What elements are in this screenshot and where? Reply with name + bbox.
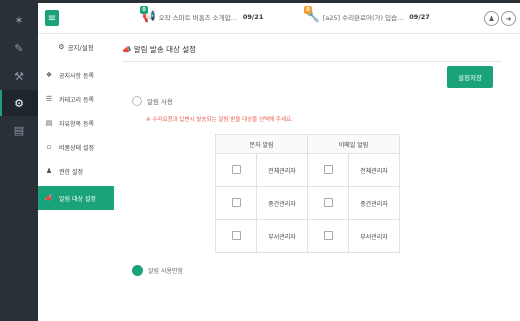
notice-1[interactable]: 📢 0 오작 스마트 버홈즈 소개합... 09/21 xyxy=(140,6,264,23)
info-icon: ❖ xyxy=(45,71,53,79)
radio-disable[interactable] xyxy=(132,265,143,276)
table-row: 중간관리자 중간관리자 xyxy=(215,186,400,220)
person-icon: ♟ xyxy=(45,167,53,175)
radio-disable-row[interactable]: 알림 사용안함 xyxy=(132,265,183,276)
sms-dept-label: 부서관리자 xyxy=(256,219,308,253)
radio-enable-label: 알림 사용 xyxy=(147,98,173,106)
box-icon: ▫ xyxy=(46,143,52,151)
sidebar-item-notification-target[interactable]: 📣 알림 대상 설정 xyxy=(38,186,114,210)
notice-2-date: 09/27 xyxy=(409,12,430,21)
warning-text: ※ 수리요청과 답변시 발송되는 알림 받을 대상을 선택해 주세요. xyxy=(146,117,293,123)
save-settings-button[interactable]: 설정저장 xyxy=(447,66,493,88)
notification-target-table: 문자 알림 이메일 알림 전체관리자 전체관리자 중간관리자 중간관리자 부서관… xyxy=(215,134,400,253)
sidebar-item-category[interactable]: ☰ 카테고리 등록 xyxy=(38,88,114,110)
settings-sidebar: ⚙ 공지/설정 ❖ 공지사항 등록 ☰ 카테고리 등록 ▤ 자유항목 등록 ▫ 비품상태… xyxy=(38,34,115,321)
sidebar-item-equipment-status[interactable]: ▫ 비품상태 설정 xyxy=(38,136,114,158)
notice-2-text: [a25] 수리완료어(가) 입습... xyxy=(322,13,404,22)
table-row: 부서관리자 부서관리자 xyxy=(215,219,400,253)
email-all-checkbox[interactable] xyxy=(323,164,333,174)
radio-disable-label: 알림 사용안함 xyxy=(148,268,184,275)
email-middle-checkbox[interactable] xyxy=(323,197,333,207)
table-row: 전체관리자 전체관리자 xyxy=(215,153,400,187)
radio-enable-row[interactable]: 알림 사용 xyxy=(132,96,173,106)
logout-icon[interactable]: ➜ xyxy=(501,11,516,26)
notice-2-badge: 0 xyxy=(304,6,312,14)
megaphone-title-icon: 📣 xyxy=(122,45,132,54)
main-content: 📣 알림 발송 대상 설정 설정저장 알림 사용 ※ 수리요청과 답변시 발송되… xyxy=(114,34,520,321)
radio-enable[interactable] xyxy=(132,96,142,106)
header: ≡ 📢 0 오작 스마트 버홈즈 소개합... 09/21 🔧 0 [a25] 수리… xyxy=(38,3,520,34)
sms-all-label: 전체관리자 xyxy=(256,153,308,187)
email-all-label: 전체관리자 xyxy=(348,153,400,187)
notice-1-text: 오작 스마트 버홈즈 소개합... xyxy=(158,13,237,22)
sms-middle-label: 중간관리자 xyxy=(256,186,308,220)
document-nav-icon[interactable]: ▤ xyxy=(0,117,38,143)
settings-nav-icon[interactable]: ⚙ xyxy=(0,90,38,116)
page-title: 📣 알림 발송 대상 설정 xyxy=(122,45,197,54)
sidebar-title: ⚙ 공지/설정 xyxy=(58,43,94,52)
user-icon[interactable]: ♟ xyxy=(484,11,499,26)
sidebar-item-permission[interactable]: ♟ 권한 설정 xyxy=(38,160,114,182)
list-icon: ☰ xyxy=(45,95,53,103)
sms-middle-checkbox[interactable] xyxy=(231,197,241,207)
logo-icon[interactable]: ✶ xyxy=(0,7,38,33)
wrench-nav-icon[interactable]: ⚒ xyxy=(0,63,38,89)
sms-all-checkbox[interactable] xyxy=(231,164,241,174)
header-sms: 문자 알림 xyxy=(215,134,308,154)
wrench-icon: 🔧 0 xyxy=(304,6,320,23)
form-icon: ▤ xyxy=(45,119,53,127)
edit-icon[interactable]: ✎ xyxy=(0,35,38,61)
icon-nav-bar: ✶ ✎ ⚒ ⚙ ▤ xyxy=(0,3,38,321)
megaphone-icon: 📢 0 xyxy=(140,6,156,23)
sidebar-item-notice[interactable]: ❖ 공지사항 등록 xyxy=(38,64,114,86)
sidebar-item-free-field[interactable]: ▤ 자유항목 등록 xyxy=(38,112,114,134)
header-email: 이메일 알림 xyxy=(307,134,400,154)
sms-dept-checkbox[interactable] xyxy=(231,230,241,240)
notice-1-badge: 0 xyxy=(140,6,148,14)
email-dept-label: 부서관리자 xyxy=(348,219,400,253)
notice-1-date: 09/21 xyxy=(242,12,264,21)
megaphone-icon: 📣 xyxy=(44,194,54,202)
title-divider xyxy=(122,61,502,62)
notice-2[interactable]: 🔧 0 [a25] 수리완료어(가) 입습... 09/27 xyxy=(304,6,430,23)
email-middle-label: 중간관리자 xyxy=(348,186,400,220)
gear-icon: ⚙ xyxy=(58,43,65,51)
hamburger-icon[interactable]: ≡ xyxy=(45,10,59,26)
email-dept-checkbox[interactable] xyxy=(323,230,333,240)
